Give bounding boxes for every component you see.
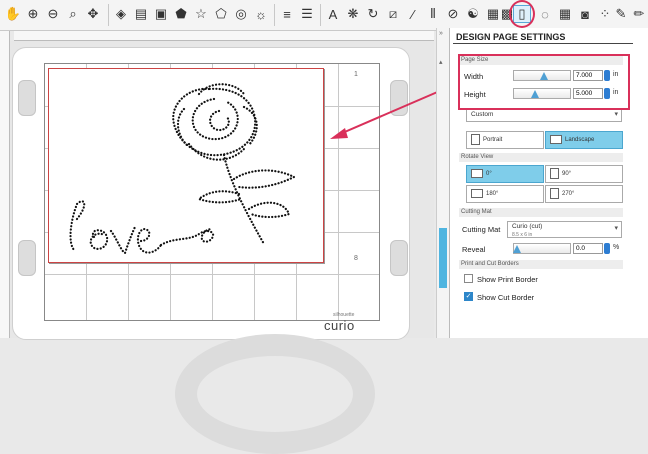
- rotate-icon[interactable]: ↻: [364, 5, 382, 23]
- cutting-mat-dropdown[interactable]: Curio (cut) 8.5 x 6 in ▾: [507, 221, 622, 238]
- pentagon-icon[interactable]: ⬟: [172, 5, 190, 23]
- page-size-highlight: [458, 54, 630, 110]
- landscape-button[interactable]: Landscape: [545, 131, 623, 149]
- panel-scroll-strip[interactable]: » ▴: [436, 28, 449, 338]
- zoom-out-icon[interactable]: ⊖: [44, 5, 62, 23]
- show-cut-border-checkbox[interactable]: ✓: [464, 292, 473, 301]
- fill-color-icon[interactable]: ◈: [112, 5, 130, 23]
- portrait-button[interactable]: Portrait: [466, 131, 544, 149]
- landscape-label: Landscape: [565, 137, 595, 143]
- fit-to-page-icon[interactable]: ✥: [84, 5, 102, 23]
- ruler-number: 8: [354, 255, 358, 262]
- reveal-field[interactable]: 0.0: [573, 243, 603, 254]
- page-size-preset-dropdown[interactable]: Custom ▾: [466, 108, 622, 122]
- replicate-icon[interactable]: ❋: [344, 5, 362, 23]
- knife-icon[interactable]: ∕: [404, 5, 422, 23]
- toolbar-divider: [108, 4, 109, 26]
- brand-logo-text: curio: [324, 318, 355, 333]
- trace-icon[interactable]: ☯: [464, 5, 482, 23]
- grid-icon[interactable]: ▦: [556, 5, 574, 23]
- chevron-down-icon: ▾: [614, 225, 618, 232]
- cutting-mat-value: Curio (cut): [512, 223, 543, 230]
- rotate-270-icon: [550, 187, 559, 199]
- rotate-90-label: 90°: [562, 171, 572, 177]
- registration-icon[interactable]: ◙: [576, 5, 594, 23]
- show-cut-border-label: Show Cut Border: [477, 293, 535, 302]
- reveal-spinner[interactable]: [604, 243, 610, 254]
- portrait-icon: [471, 133, 480, 145]
- top-ruler: [14, 31, 434, 41]
- reveal-unit: %: [613, 244, 620, 251]
- left-ruler: [0, 31, 10, 338]
- section-print-cut-borders: Print and Cut Borders: [459, 260, 623, 269]
- offset-icon[interactable]: ⊘: [444, 5, 462, 23]
- chevron-down-icon: ▾: [614, 111, 618, 118]
- star-icon[interactable]: ☆: [192, 5, 210, 23]
- chevron-right-icon[interactable]: »: [439, 30, 443, 37]
- section-cutting-mat: Cutting Mat: [459, 208, 623, 217]
- panel-title: DESIGN PAGE SETTINGS: [456, 32, 566, 42]
- mat-side-tab: [390, 80, 408, 116]
- mat-side-tab: [390, 240, 408, 276]
- rotate-180-button[interactable]: 180°: [466, 185, 544, 203]
- cloud-shape-icon[interactable]: ⬠: [212, 5, 230, 23]
- rotate-180-label: 180°: [486, 191, 499, 197]
- scroll-thumb[interactable]: [439, 228, 447, 288]
- rotate-180-icon: [471, 188, 483, 198]
- show-print-border-label: Show Print Border: [477, 275, 538, 284]
- cutting-mat-label: Cutting Mat: [462, 225, 501, 234]
- circle-shape-icon[interactable]: ◎: [232, 5, 250, 23]
- eraser-icon[interactable]: ✎: [612, 5, 630, 23]
- reveal-slider[interactable]: [513, 243, 571, 254]
- toolbar-divider: [274, 4, 275, 26]
- page-size-preset-value: Custom: [471, 111, 494, 118]
- rotate-270-label: 270°: [562, 191, 575, 197]
- portrait-label: Portrait: [483, 137, 503, 143]
- rotate-0-icon: [471, 168, 483, 178]
- shadow-icon[interactable]: ▣: [152, 5, 170, 23]
- ruler-number: 1: [354, 71, 358, 78]
- line-color-icon[interactable]: ☼: [252, 5, 270, 23]
- line-style-icon[interactable]: ▤: [132, 5, 150, 23]
- design-page[interactable]: [48, 68, 324, 263]
- align-icon[interactable]: ⦀: [424, 5, 442, 23]
- reveal-label: Reveal: [462, 245, 486, 254]
- rotate-90-icon: [550, 167, 559, 179]
- rotate-270-button[interactable]: 270°: [545, 185, 623, 203]
- toolbar-divider: [320, 4, 321, 26]
- rotate-90-button[interactable]: 90°: [545, 165, 623, 183]
- edit-points-icon[interactable]: ⧄: [384, 5, 402, 23]
- chevron-up-icon[interactable]: ▴: [439, 58, 443, 66]
- section-rotate-view: Rotate View: [459, 153, 623, 162]
- rotate-0-button[interactable]: 0°: [466, 165, 544, 183]
- pan-icon[interactable]: ✋: [4, 5, 22, 23]
- emboss-icon[interactable]: ◌: [536, 5, 554, 23]
- panel-title-underline: [453, 43, 633, 44]
- line-color-icon[interactable]: ≡: [278, 5, 296, 23]
- landscape-icon: [550, 134, 562, 144]
- line-width-icon[interactable]: ☰: [298, 5, 316, 23]
- zoom-selection-icon[interactable]: ⌕: [64, 5, 82, 23]
- brush-icon[interactable]: ✏: [630, 5, 648, 23]
- show-print-border-checkbox[interactable]: [464, 274, 473, 283]
- cutting-mat-size: 8.5 x 6 in: [512, 232, 533, 238]
- mat-side-tab: [18, 240, 36, 276]
- rose-love-artwork[interactable]: [49, 69, 323, 262]
- mat-logo-arc: [175, 334, 375, 454]
- zoom-in-icon[interactable]: ⊕: [24, 5, 42, 23]
- text-icon[interactable]: A: [324, 5, 342, 23]
- toolbar: ✋ ⊕ ⊖ ⌕ ✥ ◈ ▤ ▣ ⬟ ☆ ⬠ ◎ ☼ ≡ ☰ A ❋ ↻ ⧄ ∕ …: [0, 0, 648, 31]
- mat-side-tab: [18, 80, 36, 116]
- reveal-slider-thumb[interactable]: [513, 245, 521, 253]
- rotate-0-label: 0°: [486, 171, 492, 177]
- page-setup-highlight: [509, 0, 535, 28]
